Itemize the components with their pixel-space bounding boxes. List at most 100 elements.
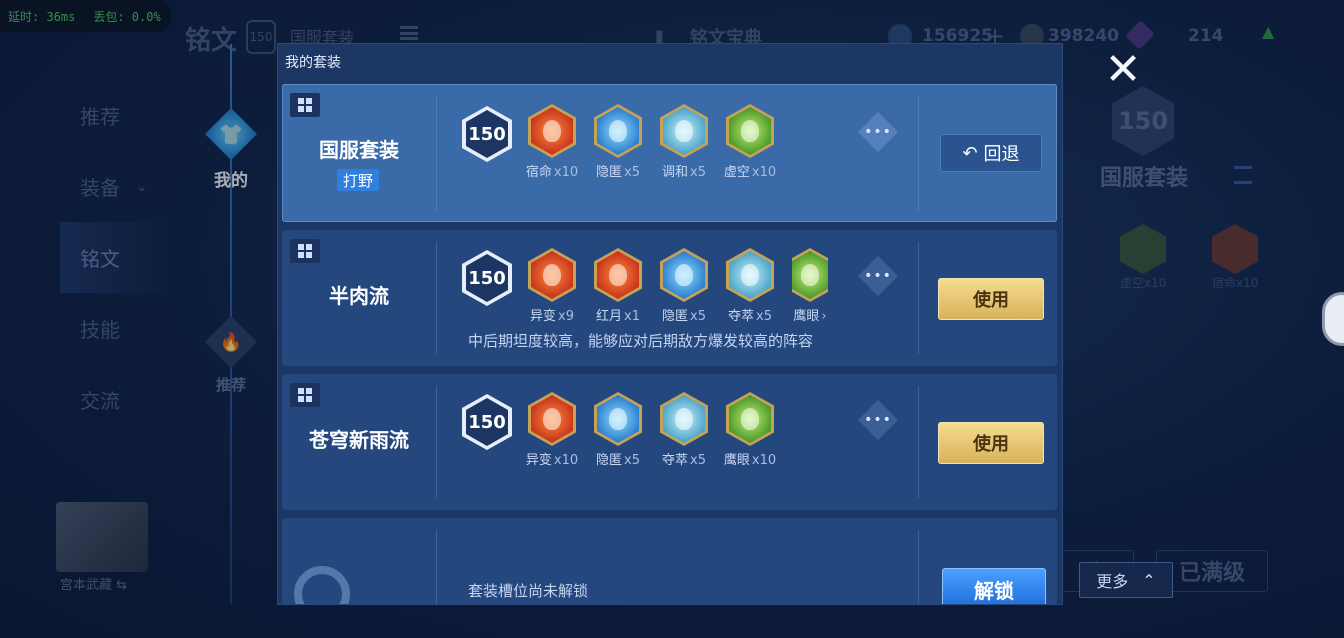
nav-label: 技能 — [80, 318, 120, 342]
set-card-locked[interactable]: 套装槽位尚未解锁 解锁 — [282, 518, 1057, 604]
nav-label: 铭文 — [80, 247, 120, 271]
nav-community[interactable]: 交流 — [60, 364, 170, 435]
rune-label: 隐匿 x5 — [596, 161, 640, 180]
rune-item[interactable]: 异变 x10 — [526, 392, 578, 468]
my-sets-modal: 我的套装 国服套装 打野 150 宿命 x10 隐匿 x5 调和 x5 虚空 x10 •… — [278, 44, 1062, 604]
rune-void-icon — [1120, 224, 1166, 274]
nav-skills[interactable]: 技能 — [60, 293, 170, 364]
rune-item[interactable]: 宿命 x10 — [526, 104, 578, 180]
rune-item[interactable]: 隐匿 x5 — [660, 248, 708, 324]
nav-label: 交流 — [80, 389, 120, 413]
divider — [918, 530, 919, 604]
right-level-badge: 150 — [1112, 86, 1174, 156]
right-menu-icon[interactable] — [1234, 166, 1252, 184]
divider — [918, 242, 919, 354]
rune-item[interactable]: 夺萃 x5 — [726, 248, 774, 324]
rune-label: 调和 x5 — [662, 161, 706, 180]
hero-avatar[interactable] — [56, 502, 148, 572]
rune-item[interactable]: 鹰眼 › — [792, 248, 828, 324]
level-value: 150 — [466, 254, 508, 302]
set-card-3[interactable]: 苍穹新雨流 150 异变 x10 隐匿 x5 夺萃 x5 鹰眼 x10 ••• 使用 — [282, 374, 1057, 510]
rune-name: 夺萃 — [728, 309, 755, 324]
rune-item[interactable]: 异变 x9 — [528, 248, 576, 324]
left-nav: 推荐 装备 ⌄ 铭文 技能 交流 — [60, 80, 170, 435]
modal-title: 我的套装 — [285, 55, 341, 71]
more-options-icon[interactable]: ••• — [858, 256, 898, 296]
wifi-icon: ▲ — [1262, 22, 1275, 41]
chevron-down-icon: ⌄ — [136, 178, 148, 195]
book-icon[interactable]: ▮ — [655, 26, 664, 45]
rune-item[interactable]: 隐匿 x5 — [594, 392, 642, 468]
rune-label: 隐匿 x5 — [662, 305, 706, 324]
rune-name: 隐匿 — [596, 453, 623, 468]
rune-item[interactable]: 鹰眼 x10 — [724, 392, 776, 468]
flame-icon: 🔥 — [205, 316, 257, 368]
rune-fate-icon — [528, 104, 576, 158]
rune-count: x5 — [690, 453, 706, 468]
nav-label: 装备 — [80, 176, 120, 200]
rune-label: 异变 x10 — [526, 449, 578, 468]
unlock-button[interactable]: 解锁 — [942, 568, 1046, 604]
undo-icon: ↶ — [962, 142, 978, 164]
divider — [436, 386, 437, 498]
rune-stealth-icon — [594, 392, 642, 446]
set-card-2[interactable]: 半肉流 150 异变 x9 红月 x1 隐匿 x5 夺萃 x5 鹰眼 › ••• 中后期坦… — [282, 230, 1057, 366]
rune-name: 宿命 — [525, 165, 552, 180]
rune-item[interactable]: 红月 x1 — [594, 248, 642, 324]
menu-icon[interactable] — [400, 26, 418, 40]
rune-hawkeye-icon — [792, 248, 828, 302]
grid-icon — [290, 93, 320, 117]
more-options-icon[interactable]: ••• — [858, 400, 898, 440]
rune-label: 宿命 x10 — [526, 161, 578, 180]
right-rune-slot: 虚空x10 — [1120, 224, 1166, 291]
currency-gold: 398240 — [1048, 26, 1119, 46]
rune-name: 夺萃 — [662, 453, 689, 468]
rune-label: 隐匿 x5 — [596, 449, 640, 468]
rune-label: 红月 x1 — [596, 305, 640, 324]
chevron-up-icon: ⌃ — [1142, 570, 1156, 590]
use-button[interactable]: 使用 — [938, 422, 1044, 464]
set-level-badge: 150 — [462, 250, 512, 306]
nav-label: 推荐 — [80, 105, 120, 129]
more-button[interactable]: 更多 ⌃ — [1079, 562, 1173, 598]
revert-label: 回退 — [983, 144, 1020, 165]
rune-label: 鹰眼 x10 — [724, 449, 776, 468]
currency-coupons: 156925 — [922, 26, 993, 46]
lock-ring-icon — [294, 566, 350, 604]
more-options-icon[interactable]: ••• — [858, 112, 898, 152]
revert-button[interactable]: ↶ 回退 — [940, 134, 1042, 172]
rune-count: x10 — [751, 165, 777, 180]
rune-plunder-icon — [726, 248, 774, 302]
divider — [436, 96, 437, 210]
nav-runes[interactable]: 铭文 — [60, 222, 170, 293]
nav-recommend[interactable]: 推荐 — [60, 80, 170, 151]
rune-item[interactable]: 虚空 x10 — [724, 104, 777, 180]
tab-mine[interactable]: 👕 我的 — [200, 108, 262, 191]
rune-name: 红月 — [596, 309, 623, 324]
right-set-title: 国服套装 — [1100, 166, 1189, 191]
level-value: 150 — [466, 398, 508, 446]
side-drawer-handle[interactable] — [1322, 292, 1344, 346]
close-icon[interactable]: ✕ — [1100, 48, 1146, 94]
use-button[interactable]: 使用 — [938, 278, 1044, 320]
rune-count: x5 — [690, 165, 706, 180]
rune-count: x5 — [690, 309, 706, 324]
rune-mutation-icon — [528, 392, 576, 446]
rune-count: x9 — [558, 309, 574, 324]
rune-count: › — [821, 309, 827, 324]
hero-name[interactable]: 宫本武藏 ⇆ — [60, 574, 127, 593]
rune-stealth-icon — [660, 248, 708, 302]
rune-item[interactable]: 调和 x5 — [660, 104, 708, 180]
tab-recommend[interactable]: 🔥 推荐 — [200, 316, 262, 395]
rune-count: x10 — [751, 453, 777, 468]
rune-plunder-icon — [660, 392, 708, 446]
set-name: 半肉流 — [329, 284, 389, 308]
nav-equipment[interactable]: 装备 ⌄ — [60, 151, 170, 222]
rune-item[interactable]: 夺萃 x5 — [660, 392, 708, 468]
right-rune-label: 虚空x10 — [1120, 276, 1167, 290]
rune-item[interactable]: 隐匿 x5 — [594, 104, 642, 180]
network-stats: 延时: 36ms 丢包: 0.0% — [0, 0, 172, 32]
set-card-1[interactable]: 国服套装 打野 150 宿命 x10 隐匿 x5 调和 x5 虚空 x10 ••• ↶ 回… — [282, 84, 1057, 222]
rune-label: 异变 x9 — [530, 305, 574, 324]
divider — [918, 96, 919, 210]
